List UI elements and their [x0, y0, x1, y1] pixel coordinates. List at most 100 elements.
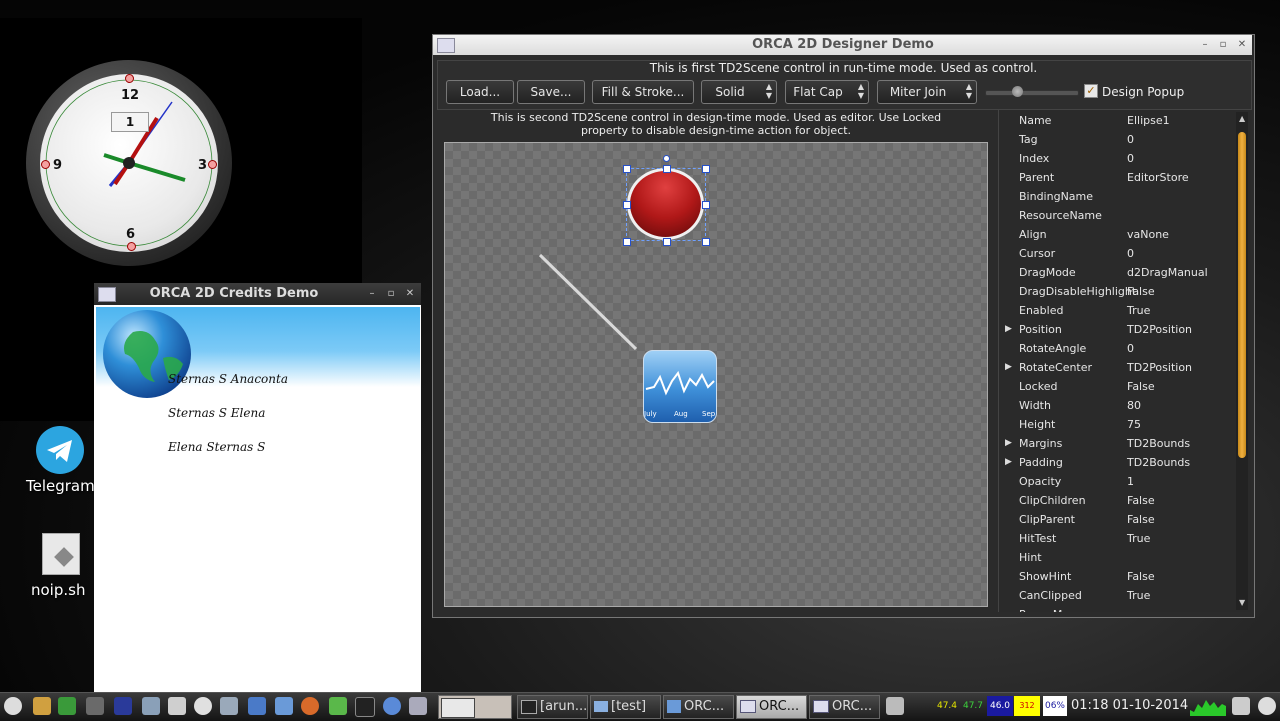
property-value[interactable]: Ellipse1	[1127, 111, 1170, 130]
property-value[interactable]: EditorStore	[1127, 168, 1189, 187]
property-value[interactable]: False	[1127, 491, 1155, 510]
window-menu-icon[interactable]	[98, 287, 116, 302]
scroll-up-icon[interactable]: ▲	[1239, 114, 1245, 123]
workspace-pager[interactable]	[438, 695, 512, 719]
load-button[interactable]: Load...	[446, 80, 514, 104]
stroke-slider-track[interactable]	[985, 90, 1079, 96]
mail-icon[interactable]	[248, 697, 266, 715]
property-row[interactable]: HitTest True	[999, 529, 1237, 548]
property-scroll-thumb[interactable]	[1238, 132, 1246, 458]
property-value[interactable]: False	[1127, 510, 1155, 529]
property-row[interactable]: ClipParent False	[999, 510, 1237, 529]
volume-icon[interactable]	[886, 697, 904, 715]
property-value[interactable]: 80	[1127, 396, 1141, 415]
property-row[interactable]: RotateAngle 0	[999, 339, 1237, 358]
resize-handle[interactable]	[623, 201, 631, 209]
property-value[interactable]: 0	[1127, 339, 1134, 358]
property-row[interactable]: Locked False	[999, 377, 1237, 396]
minimize-button[interactable]: –	[1198, 38, 1212, 52]
property-row[interactable]: ▶ Padding TD2Bounds	[999, 453, 1237, 472]
scroll-down-icon[interactable]: ▼	[1239, 598, 1245, 607]
task-orca-app[interactable]: ORC...	[663, 695, 734, 719]
resize-handle[interactable]	[623, 165, 631, 173]
property-row[interactable]: Align vaNone	[999, 225, 1237, 244]
expand-arrow-icon[interactable]: ▶	[1005, 320, 1012, 339]
mt-icon[interactable]	[168, 697, 186, 715]
property-row[interactable]: Height 75	[999, 415, 1237, 434]
task-orca-credits[interactable]: ORC...	[809, 695, 880, 719]
property-value[interactable]: d2DragManual	[1127, 263, 1208, 282]
design-popup-label[interactable]: Design Popup	[1102, 85, 1184, 99]
dash-style-select[interactable]: Solid ▲ ▼	[701, 80, 777, 104]
property-row[interactable]: PopupMenu	[999, 605, 1237, 612]
property-value[interactable]: TD2Bounds	[1127, 453, 1190, 472]
property-row[interactable]: ▶ Position TD2Position	[999, 320, 1237, 339]
stroke-slider-thumb[interactable]	[1012, 86, 1023, 97]
tools-icon[interactable]	[86, 697, 104, 715]
monitor-icon[interactable]	[355, 697, 375, 717]
task-orca-designer[interactable]: ORC...	[736, 695, 807, 719]
property-value[interactable]: vaNone	[1127, 225, 1169, 244]
designer-titlebar[interactable]: ORCA 2D Designer Demo – ▫ ✕	[433, 35, 1252, 55]
expand-arrow-icon[interactable]: ▶	[1005, 434, 1012, 453]
property-value[interactable]: 0	[1127, 130, 1134, 149]
window-menu-icon[interactable]	[437, 38, 455, 53]
fill-stroke-button[interactable]: Fill & Stroke...	[592, 80, 694, 104]
property-value[interactable]: True	[1127, 586, 1150, 605]
property-row[interactable]: ▶ RotateCenter TD2Position	[999, 358, 1237, 377]
settings-icon[interactable]	[142, 697, 160, 715]
property-value[interactable]: True	[1127, 529, 1150, 548]
cap-style-select[interactable]: Flat Cap ▲ ▼	[785, 80, 869, 104]
browser-icon[interactable]	[383, 697, 401, 715]
property-value[interactable]: TD2Bounds	[1127, 434, 1190, 453]
property-row[interactable]: Name Ellipse1	[999, 111, 1237, 130]
editor-icon[interactable]	[220, 697, 238, 715]
telegram-label[interactable]: Telegram	[26, 477, 96, 495]
property-value[interactable]: TD2Position	[1127, 358, 1192, 377]
design-popup-checkbox[interactable]: ✓	[1084, 84, 1098, 98]
firefox-icon[interactable]	[301, 697, 319, 715]
resize-handle[interactable]	[702, 201, 710, 209]
property-value[interactable]: TD2Position	[1127, 320, 1192, 339]
property-value[interactable]: False	[1127, 567, 1155, 586]
property-value[interactable]: 1	[1127, 472, 1134, 491]
maximize-button[interactable]: ▫	[1216, 38, 1230, 52]
property-value[interactable]: False	[1127, 377, 1155, 396]
folder-icon[interactable]	[275, 697, 293, 715]
chart-image-object[interactable]: July Aug Sep	[643, 350, 717, 423]
property-row[interactable]: Cursor 0	[999, 244, 1237, 263]
menu-start-icon[interactable]	[4, 697, 22, 715]
property-row[interactable]: Opacity 1	[999, 472, 1237, 491]
property-value[interactable]: 0	[1127, 244, 1134, 263]
resize-handle[interactable]	[663, 165, 671, 173]
resize-handle[interactable]	[702, 238, 710, 246]
property-row[interactable]: Enabled True	[999, 301, 1237, 320]
taskbar-clock[interactable]: 01:18 01-10-2014	[1071, 698, 1188, 713]
save-button[interactable]: Save...	[517, 80, 585, 104]
script-file-icon[interactable]	[42, 533, 80, 575]
property-value[interactable]: False	[1127, 282, 1155, 301]
close-button[interactable]: ✕	[1235, 38, 1249, 52]
rotate-handle[interactable]	[663, 155, 670, 162]
property-row[interactable]: Parent EditorStore	[999, 168, 1237, 187]
windows-icon[interactable]	[409, 697, 427, 715]
image-viewer-icon[interactable]	[329, 697, 347, 715]
property-value[interactable]: True	[1127, 301, 1150, 320]
join-style-select[interactable]: Miter Join ▲ ▼	[877, 80, 977, 104]
expand-arrow-icon[interactable]: ▶	[1005, 358, 1012, 377]
task-terminal[interactable]: [arun...	[517, 695, 588, 719]
media-player-icon[interactable]	[114, 697, 132, 715]
display-icon[interactable]	[1232, 697, 1250, 715]
expand-arrow-icon[interactable]: ▶	[1005, 453, 1012, 472]
task-folder[interactable]: [test]	[590, 695, 661, 719]
property-row[interactable]: Index 0	[999, 149, 1237, 168]
maximize-button[interactable]: ▫	[384, 287, 398, 301]
archive-icon[interactable]	[33, 697, 51, 715]
property-row[interactable]: ResourceName	[999, 206, 1237, 225]
property-row[interactable]: DragDisableHighlight False	[999, 282, 1237, 301]
property-row[interactable]: Tag 0	[999, 130, 1237, 149]
credits-titlebar[interactable]: ORCA 2D Credits Demo – ▫ ✕	[94, 283, 421, 305]
workspace-1[interactable]	[441, 698, 475, 718]
resize-handle[interactable]	[623, 238, 631, 246]
property-row[interactable]: ▶ Margins TD2Bounds	[999, 434, 1237, 453]
